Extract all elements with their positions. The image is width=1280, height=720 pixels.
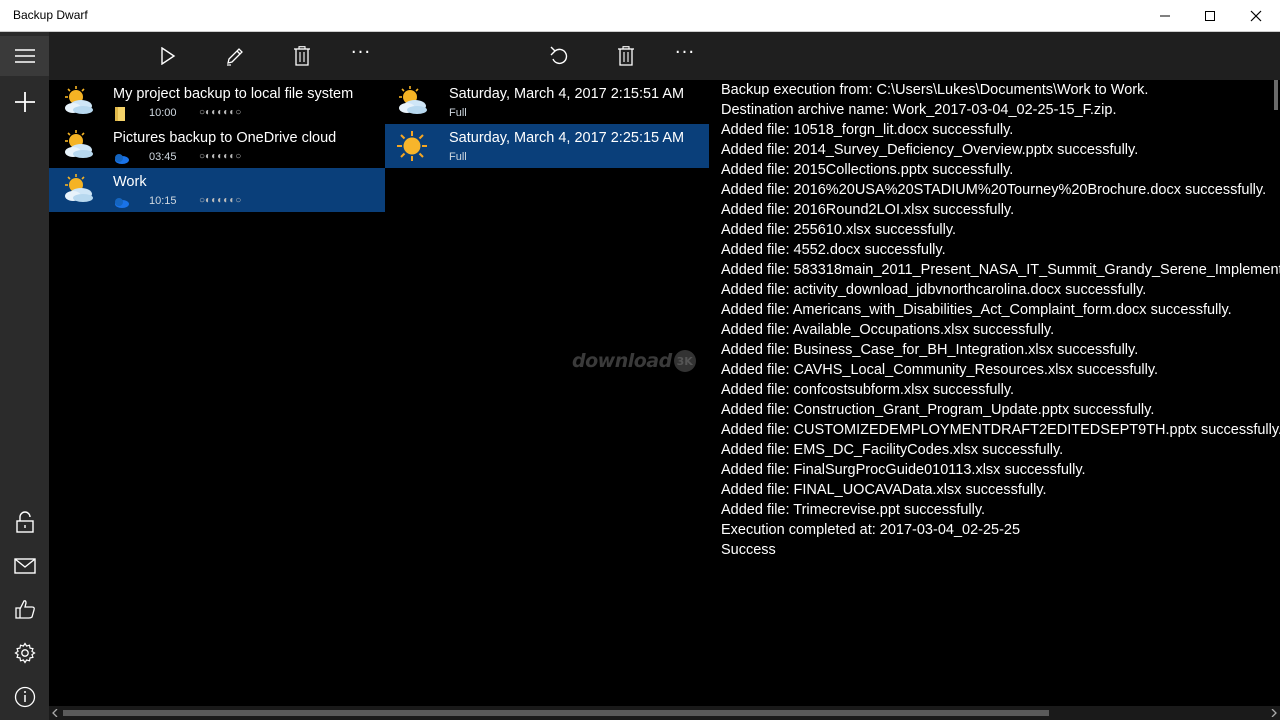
run-more-button[interactable]: ··· (665, 36, 705, 76)
vertical-scrollbar[interactable] (1274, 80, 1278, 110)
partly-cloudy-icon (65, 130, 93, 158)
watermark: download 3K (572, 348, 710, 374)
watermark-text: download (572, 350, 672, 372)
close-icon (1250, 10, 1262, 22)
log-line: Success (721, 542, 776, 558)
job-name: Pictures backup to OneDrive cloud (113, 130, 337, 146)
minimize-icon (1160, 15, 1170, 17)
run-type: Full (449, 107, 467, 119)
job-time: 10:15 (149, 195, 177, 207)
trash-icon (294, 46, 310, 66)
menu-button[interactable] (0, 36, 49, 76)
log-line: Added file: 2016Round2LOI.xlsx successfu… (721, 202, 1015, 218)
log-line: Execution completed at: 2017-03-04_02-25… (721, 522, 1021, 538)
execution-log: Backup execution from: C:\Users\Lukes\Do… (709, 80, 1280, 706)
log-line: Added file: 255610.xlsx successfully. (721, 222, 957, 238)
run-type: Full (449, 151, 467, 163)
log-line: Added file: FINAL_UOCAVAData.xlsx succes… (721, 482, 1047, 498)
maximize-button[interactable] (1187, 0, 1233, 32)
job-item-selected[interactable]: Work 10:15 ○◐◐◐◐◐○ (49, 168, 385, 212)
sun-icon (397, 131, 427, 161)
maximize-icon (1205, 11, 1215, 21)
job-item[interactable]: My project backup to local file system 1… (49, 80, 385, 124)
log-line: Added file: 583318main_2011_Present_NASA… (721, 262, 1280, 278)
mail-button[interactable] (0, 546, 49, 586)
run-item[interactable]: Saturday, March 4, 2017 2:15:51 AM Full (385, 80, 709, 124)
more-icon: ··· (674, 42, 696, 63)
folder-icon (115, 107, 125, 121)
log-line: Added file: Business_Case_for_BH_Integra… (721, 342, 1139, 358)
job-name: My project backup to local file system (113, 86, 354, 102)
log-line: Added file: EMS_DC_FacilityCodes.xlsx su… (721, 442, 1064, 458)
log-line: Added file: 4552.docx successfully. (721, 242, 946, 258)
gear-icon (13, 642, 36, 664)
add-job-button[interactable] (0, 82, 49, 122)
more-icon: ··· (350, 42, 372, 63)
schedule-days: ○◐◐◐◐◐○ (199, 195, 242, 206)
run-date: Saturday, March 4, 2017 2:15:51 AM (449, 86, 685, 102)
close-button[interactable] (1233, 0, 1279, 32)
log-line: Added file: CUSTOMIZEDEMPLOYMENTDRAFT2ED… (721, 422, 1280, 438)
log-line: Added file: FinalSurgProcGuide010113.xls… (721, 462, 1086, 478)
job-more-button[interactable]: ··· (341, 36, 381, 76)
trash-icon (618, 46, 634, 66)
log-line: Destination archive name: Work_2017-03-0… (721, 102, 1117, 118)
partly-cloudy-icon (65, 174, 93, 202)
lock-icon (15, 511, 34, 533)
job-time: 03:45 (149, 151, 177, 163)
thumbs-up-icon (14, 600, 35, 619)
lock-button[interactable] (0, 502, 49, 542)
title-bar: Backup Dwarf (0, 0, 1280, 32)
restore-run-button[interactable] (539, 36, 579, 76)
watermark-badge: 3K (673, 350, 696, 372)
rate-button[interactable] (0, 589, 49, 629)
mail-icon (13, 558, 36, 574)
horizontal-scrollbar[interactable] (49, 706, 1280, 720)
info-icon (14, 686, 35, 708)
hamburger-icon (14, 49, 35, 63)
navigation-rail (0, 32, 49, 720)
run-job-button[interactable] (148, 36, 188, 76)
log-line: Added file: activity_download_jdbvnorthc… (721, 282, 1147, 298)
scroll-thumb[interactable] (63, 710, 1049, 716)
play-icon (161, 47, 176, 65)
partly-cloudy-icon (399, 86, 427, 114)
log-line: Added file: CAVHS_Local_Community_Resour… (721, 362, 1159, 378)
log-line: Backup execution from: C:\Users\Lukes\Do… (721, 82, 1149, 98)
about-button[interactable] (0, 677, 49, 717)
log-line: Added file: Trimecrevise.ppt successfull… (721, 502, 986, 518)
delete-job-button[interactable] (282, 36, 322, 76)
onedrive-cloud-icon (115, 154, 129, 164)
job-time: 10:00 (149, 107, 177, 119)
run-date: Saturday, March 4, 2017 2:25:15 AM (449, 130, 685, 146)
log-line: Added file: 2014_Survey_Deficiency_Overv… (721, 142, 1139, 158)
delete-run-button[interactable] (606, 36, 646, 76)
run-item-selected[interactable]: Saturday, March 4, 2017 2:25:15 AM Full (385, 124, 709, 168)
backup-jobs-list: My project backup to local file system 1… (49, 80, 385, 706)
command-bar: ··· ··· (49, 32, 1280, 80)
schedule-days: ○◐◐◐◐◐○ (199, 151, 242, 162)
onedrive-cloud-icon (115, 198, 129, 208)
log-line: Added file: Construction_Grant_Program_U… (721, 402, 1155, 418)
log-line: Added file: 10518_forgn_lit.docx success… (721, 122, 1014, 138)
schedule-days: ○◐◐◐◐◐○ (199, 107, 242, 118)
plus-icon (14, 92, 35, 112)
minimize-button[interactable] (1142, 0, 1188, 32)
job-name: Work (113, 174, 147, 190)
settings-button[interactable] (0, 633, 49, 673)
log-line: Added file: Americans_with_Disabilities_… (721, 302, 1232, 318)
scroll-right-icon[interactable] (1270, 709, 1278, 717)
log-line: Added file: confcostsubform.xlsx success… (721, 382, 1015, 398)
backup-runs-list: Saturday, March 4, 2017 2:15:51 AM Full … (385, 80, 709, 706)
log-line: Added file: 2015Collections.pptx success… (721, 162, 1014, 178)
window-title: Backup Dwarf (13, 8, 88, 22)
pencil-icon (227, 48, 243, 66)
log-line: Added file: Available_Occupations.xlsx s… (721, 322, 1055, 338)
log-line: Added file: 2016%20USA%20STADIUM%20Tourn… (721, 182, 1267, 198)
scroll-left-icon[interactable] (51, 709, 59, 717)
partly-cloudy-icon (65, 86, 93, 114)
job-item[interactable]: Pictures backup to OneDrive cloud 03:45 … (49, 124, 385, 168)
edit-job-button[interactable] (215, 36, 255, 76)
undo-icon (550, 46, 568, 65)
